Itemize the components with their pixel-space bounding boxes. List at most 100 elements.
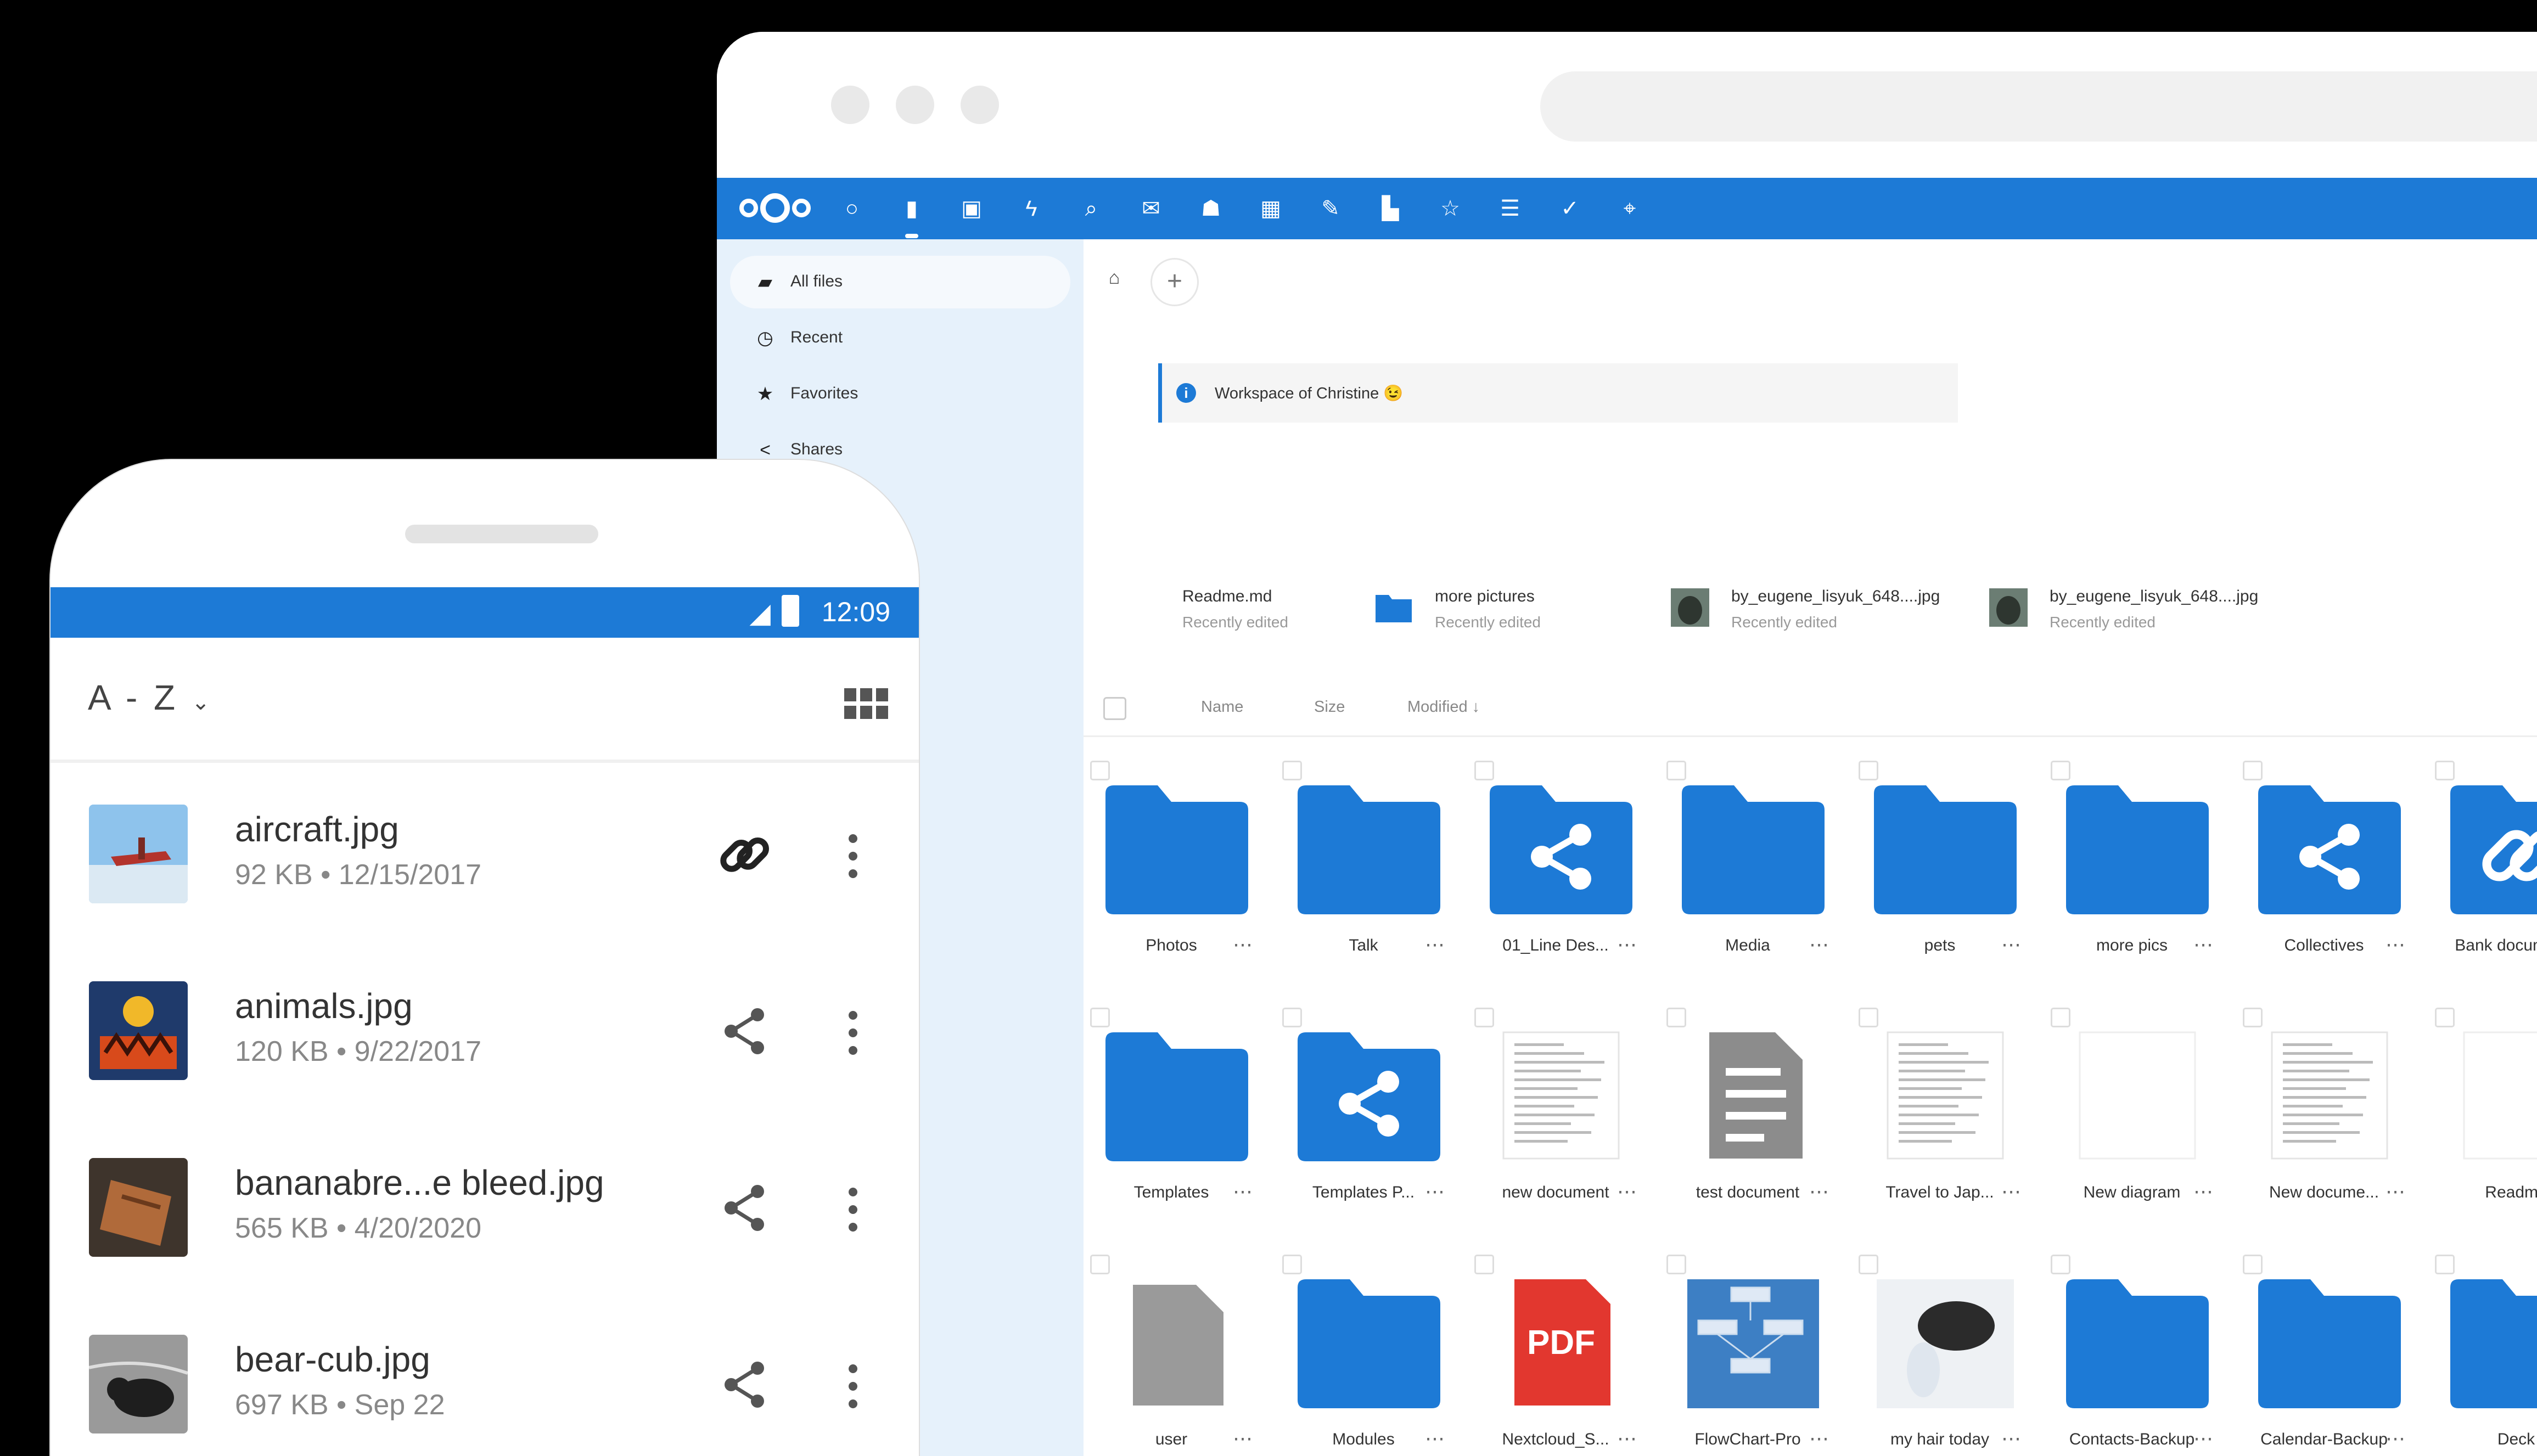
select-checkbox[interactable] xyxy=(1090,1008,1110,1027)
more-options-icon[interactable]: ⋯ xyxy=(1995,933,2028,956)
file-tile[interactable]: Deck⋯ xyxy=(2434,1255,2537,1456)
maximize-window-button[interactable] xyxy=(961,86,999,124)
nextcloud-logo[interactable] xyxy=(737,190,813,226)
minimize-window-button[interactable] xyxy=(896,86,934,124)
select-checkbox[interactable] xyxy=(1666,1255,1686,1274)
more-options-icon[interactable]: ⋯ xyxy=(1418,1180,1451,1203)
recent-file-card[interactable]: by_eugene_lisyuk_648....jpg Recently edit… xyxy=(1989,580,2297,645)
more-options-icon[interactable]: ⋯ xyxy=(1226,933,1259,956)
more-options-icon[interactable]: ⋯ xyxy=(2187,933,2220,956)
list-item[interactable]: bear-cub.jpg 697 KB • Sep 22 xyxy=(50,1293,919,1456)
contacts-icon[interactable]: ☗ xyxy=(1197,194,1225,223)
new-file-button[interactable]: + xyxy=(1150,258,1199,306)
select-checkbox[interactable] xyxy=(1090,1255,1110,1274)
select-checkbox[interactable] xyxy=(1859,1008,1878,1027)
more-options-icon[interactable]: ⋯ xyxy=(2379,933,2412,956)
select-checkbox[interactable] xyxy=(1282,761,1302,780)
checks-icon[interactable]: ✓ xyxy=(1556,194,1584,223)
file-tile[interactable]: Collectives ⋯ xyxy=(2242,761,2434,980)
calendar-icon[interactable]: ▦ xyxy=(1256,194,1285,223)
file-tile[interactable]: Bank documents⋯ xyxy=(2434,761,2537,980)
more-options-icon[interactable] xyxy=(847,1359,858,1414)
list-item[interactable]: aircraft.jpg 92 KB • 12/15/2017 xyxy=(50,763,919,938)
select-checkbox[interactable] xyxy=(1282,1008,1302,1027)
file-tile[interactable]: Contacts-Backup ⋯ xyxy=(2050,1255,2242,1456)
select-all-checkbox[interactable] xyxy=(1103,697,1126,720)
more-options-icon[interactable]: ⋯ xyxy=(1803,933,1836,956)
file-tile[interactable]: test document ⋯ xyxy=(1665,1008,1857,1227)
more-options-icon[interactable]: ⋯ xyxy=(1995,1427,2028,1450)
more-options-icon[interactable]: ⋯ xyxy=(1803,1180,1836,1203)
select-checkbox[interactable] xyxy=(2435,761,2455,780)
more-options-icon[interactable]: ⋯ xyxy=(1418,1427,1451,1450)
tasks-icon[interactable]: ☰ xyxy=(1496,194,1524,223)
sidebar-item-recent[interactable]: ◷ Recent xyxy=(730,312,1070,364)
file-tile[interactable]: 01_Line Des... ⋯ xyxy=(1473,761,1665,980)
select-checkbox[interactable] xyxy=(2243,761,2263,780)
deck-icon[interactable]: ▙ xyxy=(1376,194,1405,223)
file-tile[interactable]: New docume... ⋯ xyxy=(2242,1008,2434,1227)
file-tile[interactable]: Modules ⋯ xyxy=(1281,1255,1473,1456)
close-window-button[interactable] xyxy=(831,86,869,124)
more-options-icon[interactable]: ⋯ xyxy=(1610,933,1643,956)
more-options-icon[interactable]: ⋯ xyxy=(1610,1180,1643,1203)
select-checkbox[interactable] xyxy=(1474,1008,1494,1027)
select-checkbox[interactable] xyxy=(1666,761,1686,780)
select-checkbox[interactable] xyxy=(1282,1255,1302,1274)
select-checkbox[interactable] xyxy=(2435,1008,2455,1027)
file-tile[interactable]: PDF Nextcloud_S... ⋯ xyxy=(1473,1255,1665,1456)
more-options-icon[interactable]: ⋯ xyxy=(1226,1180,1259,1203)
more-options-icon[interactable] xyxy=(847,1005,858,1060)
select-checkbox[interactable] xyxy=(1859,1255,1878,1274)
select-checkbox[interactable] xyxy=(2243,1255,2263,1274)
file-tile[interactable]: Talk ⋯ xyxy=(1281,761,1473,980)
dashboard-icon[interactable]: ○ xyxy=(838,194,866,223)
list-item[interactable]: animals.jpg 120 KB • 9/22/2017 xyxy=(50,940,919,1115)
mail-icon[interactable]: ✉ xyxy=(1137,194,1165,223)
file-tile[interactable]: FlowChart-Pro ⋯ xyxy=(1665,1255,1857,1456)
file-tile[interactable]: Calendar-Backup ⋯ xyxy=(2242,1255,2434,1456)
file-tile[interactable]: Media ⋯ xyxy=(1665,761,1857,980)
file-tile[interactable]: Photos ⋯ xyxy=(1089,761,1281,980)
more-options-icon[interactable]: ⋯ xyxy=(2187,1180,2220,1203)
select-checkbox[interactable] xyxy=(2435,1255,2455,1274)
activity-icon[interactable]: ϟ xyxy=(1017,194,1046,223)
list-item[interactable]: bananabre...e bleed.jpg 565 KB • 4/20/202… xyxy=(50,1116,919,1292)
more-options-icon[interactable] xyxy=(847,1182,858,1237)
bookmarks-icon[interactable]: ☆ xyxy=(1436,194,1464,223)
file-tile[interactable]: Templates ⋯ xyxy=(1089,1008,1281,1227)
select-checkbox[interactable] xyxy=(2051,761,2070,780)
more-options-icon[interactable]: ⋯ xyxy=(1418,933,1451,956)
notes-icon[interactable]: ✎ xyxy=(1316,194,1345,223)
search-icon[interactable]: ⌕ xyxy=(1077,194,1105,223)
column-modified[interactable]: Modified ↓ xyxy=(1407,698,1480,716)
sidebar-item-favorites[interactable]: ★ Favorites xyxy=(730,368,1070,420)
more-options-icon[interactable]: ⋯ xyxy=(1995,1180,2028,1203)
recent-file-card[interactable]: by_eugene_lisyuk_648....jpg Recently edit… xyxy=(1671,580,1978,645)
recent-file-card[interactable]: more pictures Recently edited xyxy=(1374,580,1682,645)
file-tile[interactable]: Templates P... ⋯ xyxy=(1281,1008,1473,1227)
file-tile[interactable]: New diagram ⋯ xyxy=(2050,1008,2242,1227)
file-tile[interactable]: my hair today ⋯ xyxy=(1857,1255,2050,1456)
more-options-icon[interactable]: ⋯ xyxy=(1610,1427,1643,1450)
column-name[interactable]: Name xyxy=(1201,698,1243,716)
file-tile[interactable]: new document ⋯ xyxy=(1473,1008,1665,1227)
sidebar-item-all-files[interactable]: ▰ All files xyxy=(730,256,1070,308)
share-icon[interactable] xyxy=(715,1001,775,1061)
share-icon[interactable] xyxy=(715,1178,775,1238)
select-checkbox[interactable] xyxy=(2243,1008,2263,1027)
file-tile[interactable]: pets ⋯ xyxy=(1857,761,2050,980)
address-bar[interactable] xyxy=(1540,71,2537,142)
select-checkbox[interactable] xyxy=(1474,1255,1494,1274)
file-tile[interactable]: more pics ⋯ xyxy=(2050,761,2242,980)
more-options-icon[interactable]: ⋯ xyxy=(1803,1427,1836,1450)
maps-icon[interactable]: ⌖ xyxy=(1615,194,1644,223)
select-checkbox[interactable] xyxy=(1474,761,1494,780)
file-tile[interactable]: Travel to Jap... ⋯ xyxy=(1857,1008,2050,1227)
more-options-icon[interactable]: ⋯ xyxy=(2187,1427,2220,1450)
share-icon[interactable] xyxy=(715,1354,775,1415)
sort-dropdown[interactable]: A - Z ⌄ xyxy=(88,677,210,718)
column-size[interactable]: Size xyxy=(1314,698,1345,716)
photos-icon[interactable]: ▣ xyxy=(957,194,986,223)
link-icon[interactable] xyxy=(715,824,775,885)
